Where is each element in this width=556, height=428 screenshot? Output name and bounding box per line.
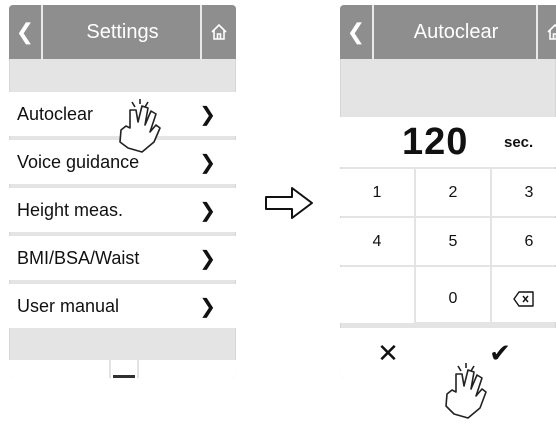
chevron-right-icon: ❯: [199, 103, 216, 126]
home-button[interactable]: [536, 5, 556, 59]
chevron-right-icon: ❯: [199, 247, 216, 270]
menu-item-bmi-bsa-waist[interactable]: BMI/BSA/Waist ❯: [9, 236, 236, 280]
scroll-up-button[interactable]: [17, 360, 113, 378]
chevron-up-icon: [64, 377, 66, 378]
home-icon: [211, 23, 227, 40]
unit-label: sec.: [504, 134, 534, 151]
cancel-button[interactable]: ✕: [340, 328, 436, 378]
page-indicator: [113, 375, 135, 378]
value-display: 120 sec.: [340, 117, 556, 167]
backspace-icon: [513, 290, 534, 307]
menu-item-label: BMI/BSA/Waist: [17, 247, 140, 268]
menu-item-label: Height meas.: [17, 199, 124, 220]
autoclear-header: ❮ Autoclear: [340, 5, 556, 59]
home-icon: [547, 23, 556, 40]
key-3[interactable]: 3: [492, 169, 556, 216]
key-6[interactable]: 6: [492, 218, 556, 265]
confirm-button[interactable]: ✔: [452, 328, 548, 378]
menu-item-label: Autoclear: [17, 103, 94, 124]
home-button[interactable]: [200, 5, 236, 59]
key-1[interactable]: 1: [340, 169, 414, 216]
back-button[interactable]: ❮: [9, 5, 43, 59]
chevron-down-icon: [173, 377, 193, 378]
autoclear-screen: ❮ Autoclear 120 sec. 1 2 3 4 5 6 7 8 9 0…: [340, 5, 556, 378]
chevron-right-icon: ❯: [199, 151, 216, 174]
key-blank: [340, 275, 414, 322]
menu-item-label: User manual: [17, 295, 120, 316]
menu-item-autoclear[interactable]: Autoclear ❯: [9, 92, 236, 136]
settings-header: ❮ Settings: [9, 5, 236, 59]
chevron-right-icon: ❯: [199, 295, 216, 318]
page-nav-bar: [9, 360, 236, 378]
settings-screen: ❮ Settings Autoclear ❯ Voice guidance ❯ …: [9, 5, 236, 378]
key-5[interactable]: 5: [416, 218, 490, 265]
scroll-down-button[interactable]: [135, 360, 231, 378]
action-bar: ✕ ✔: [340, 328, 556, 378]
page-title: Settings: [86, 20, 159, 43]
key-2[interactable]: 2: [416, 169, 490, 216]
backspace-button[interactable]: [492, 275, 556, 322]
menu-item-voice-guidance[interactable]: Voice guidance ❯: [9, 140, 236, 184]
key-0[interactable]: 0: [416, 275, 490, 322]
menu-item-label: Voice guidance: [17, 151, 140, 172]
back-button[interactable]: ❮: [340, 5, 374, 59]
arrow-right-outline-icon: [265, 187, 313, 219]
value-readout: 120: [402, 121, 469, 163]
menu-item-user-manual[interactable]: User manual ❯: [9, 284, 236, 328]
divider: [109, 360, 111, 378]
menu-item-height-meas[interactable]: Height meas. ❯: [9, 188, 236, 232]
page-title: Autoclear: [413, 20, 499, 43]
key-4[interactable]: 4: [340, 218, 414, 265]
chevron-right-icon: ❯: [199, 199, 216, 222]
